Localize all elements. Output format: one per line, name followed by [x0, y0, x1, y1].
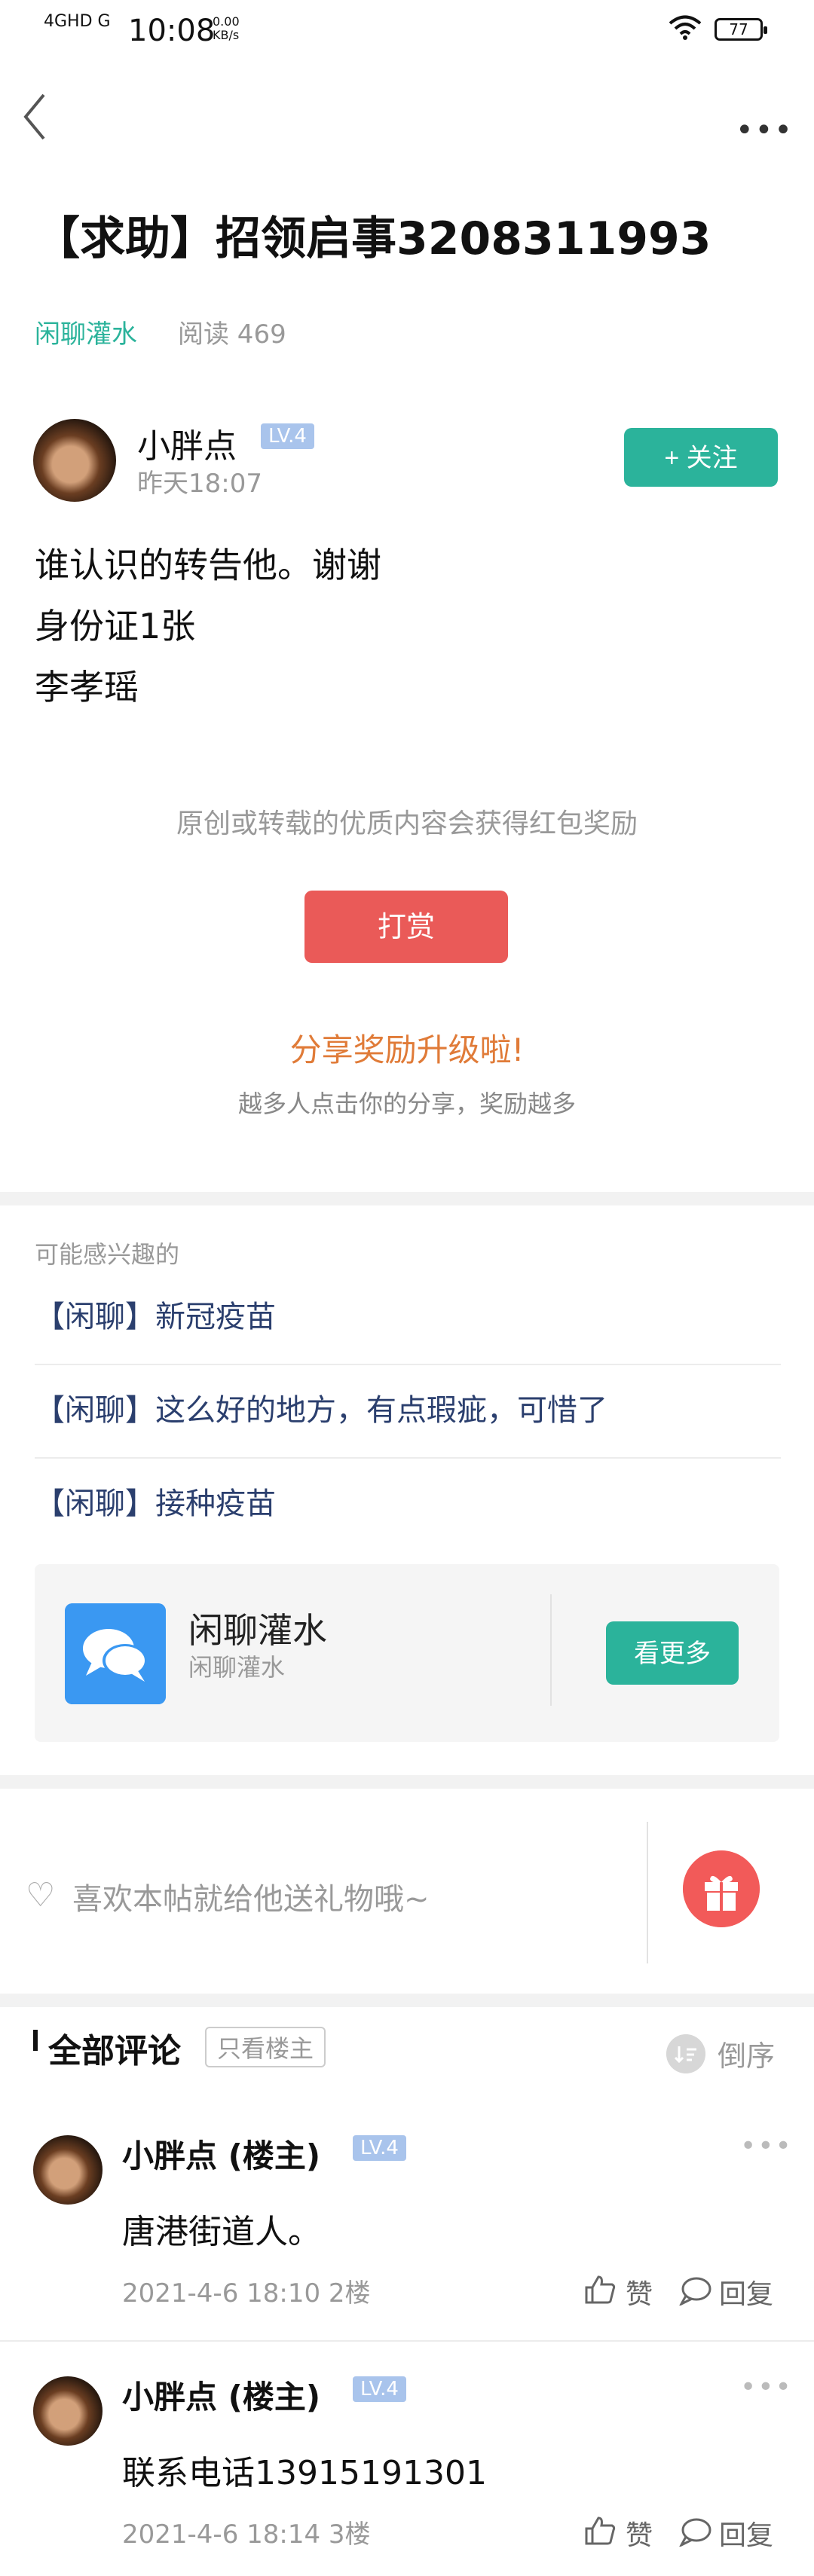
share-reward-title[interactable]: 分享奖励升级啦! [0, 1025, 814, 1071]
like-icon[interactable] [583, 2272, 617, 2306]
comment-divider [0, 2340, 814, 2342]
comments-title: 全部评论 [48, 2032, 181, 2070]
gift-prompt: 喜欢本帖就给他送礼物哦~ [72, 1882, 430, 1917]
clock: 10:08 [128, 14, 216, 48]
level-badge: LV.4 [353, 2376, 406, 2402]
forum-card-title: 闲聊灌水 [188, 1610, 327, 1651]
sort-icon[interactable] [666, 2034, 705, 2073]
status-bar: 4GHD G 10:08 0.00 KB/s 77 [0, 0, 814, 60]
section-divider [0, 1994, 814, 2007]
related-post-item[interactable]: 【闲聊】新冠疫苗 [35, 1270, 781, 1365]
related-post-item[interactable]: 【闲聊】这么好的地方，有点瑕疵，可惜了 [35, 1364, 781, 1459]
sort-toggle[interactable]: 倒序 [718, 2033, 775, 2074]
forum-card-subtitle: 闲聊灌水 [188, 1653, 286, 1682]
author-name[interactable]: 小胖点 [137, 419, 237, 467]
like-button[interactable]: 赞 [626, 2272, 653, 2312]
content-line: 谁认识的转告他。谢谢 [35, 545, 381, 585]
battery-icon: 77 [715, 18, 767, 41]
comment-more-icon[interactable]: ••• [740, 2131, 793, 2162]
commenter-avatar[interactable] [33, 2376, 103, 2446]
interest-label: 可能感兴趣的 [35, 1240, 180, 1269]
comment-more-icon[interactable]: ••• [740, 2372, 793, 2403]
reply-icon[interactable] [678, 2275, 711, 2306]
level-badge: LV.4 [353, 2135, 406, 2161]
reward-tip: 原创或转载的优质内容会获得红包奖励 [176, 808, 638, 839]
net-speed: 0.00 KB/s [213, 14, 240, 42]
follow-button[interactable]: + 关注 [624, 428, 778, 487]
comments-title-bar [33, 2030, 38, 2051]
comment-meta: 2021-4-6 18:14 3楼 [122, 2519, 371, 2550]
reply-icon[interactable] [678, 2516, 711, 2547]
like-icon[interactable] [583, 2513, 617, 2547]
commenter-avatar[interactable] [33, 2135, 103, 2205]
only-op-filter[interactable]: 只看楼主 [205, 2027, 326, 2067]
tip-button[interactable]: 打赏 [304, 891, 508, 963]
comment-text: 唐港街道人。 [122, 2213, 321, 2251]
post-time: 昨天18:07 [137, 469, 262, 499]
reply-button[interactable]: 回复 [719, 2513, 773, 2553]
gift-icon[interactable] [683, 1850, 760, 1927]
wifi-icon [669, 15, 702, 40]
content-line: 李孝瑶 [35, 667, 139, 707]
signal-indicator: 4GHD G [44, 12, 111, 31]
related-post-item[interactable]: 【闲聊】接种疫苗 [35, 1457, 781, 1551]
section-divider [0, 1775, 814, 1789]
like-button[interactable]: 赞 [626, 2513, 653, 2553]
see-more-button[interactable]: 看更多 [606, 1621, 739, 1685]
level-badge: LV.4 [261, 423, 314, 449]
reply-button[interactable]: 回复 [719, 2272, 773, 2312]
commenter-name[interactable]: 小胖点 (楼主) [122, 2131, 320, 2177]
comment-text: 联系电话13915191301 [122, 2454, 487, 2492]
forum-tag-link[interactable]: 闲聊灌水 [35, 313, 137, 350]
back-arrow-icon[interactable] [20, 90, 50, 143]
comment-meta: 2021-4-6 18:10 2楼 [122, 2278, 371, 2309]
content-line: 身份证1张 [35, 606, 196, 646]
section-divider [0, 1192, 814, 1205]
share-reward-subtitle: 越多人点击你的分享，奖励越多 [237, 1089, 576, 1118]
commenter-name[interactable]: 小胖点 (楼主) [122, 2372, 320, 2418]
post-title: 【求助】招领启事3208311993 [35, 212, 711, 265]
chat-bubbles-icon [65, 1603, 166, 1704]
gift-divider [647, 1822, 648, 1963]
author-avatar[interactable] [33, 419, 116, 502]
card-divider [550, 1594, 552, 1706]
read-count: 阅读 469 [178, 319, 286, 350]
heart-icon: ♡ [26, 1876, 56, 1914]
post-content: 谁认识的转告他。谢谢 身份证1张 李孝瑶 [35, 535, 381, 718]
more-options-icon[interactable]: ••• [736, 113, 794, 148]
